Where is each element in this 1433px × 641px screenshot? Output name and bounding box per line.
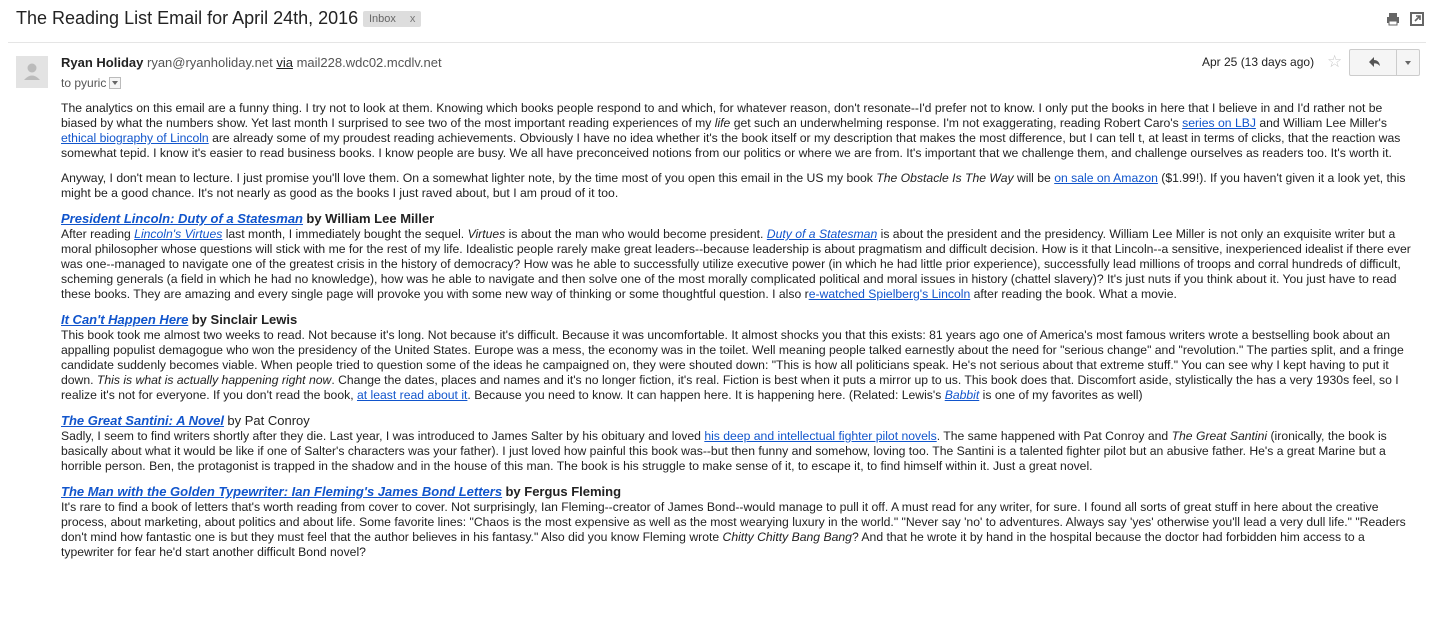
sender-info: Ryan Holiday ryan@ryanholiday.net via ma… — [61, 55, 442, 70]
via-link[interactable]: via — [276, 55, 293, 70]
remove-label-button[interactable]: x — [410, 13, 416, 25]
recipient-text: to pyuric — [61, 76, 107, 90]
print-icon[interactable] — [1386, 12, 1400, 26]
text-run: and William Lee Miller's — [1255, 116, 1387, 130]
emphasis-text: life — [714, 116, 731, 130]
reply-icon — [1369, 57, 1380, 67]
more-options-button[interactable] — [1397, 49, 1420, 76]
book-title-link[interactable]: It Can't Happen Here — [61, 312, 188, 327]
book-author: by Fergus Fleming — [505, 484, 622, 499]
book-entry: The Man with the Golden Typewriter: Ian … — [61, 484, 1421, 560]
book-heading: The Man with the Golden Typewriter: Ian … — [61, 484, 1421, 500]
book-heading: It Can't Happen Here by Sinclair Lewis — [61, 312, 1421, 328]
inline-link[interactable]: series on LBJ — [1182, 116, 1256, 130]
intro-paragraph-1: The analytics on this email are a funny … — [61, 101, 1421, 161]
star-icon[interactable]: ☆ — [1327, 52, 1342, 72]
emphasis-text: This is what is actually happening right… — [96, 373, 332, 387]
email-body: The analytics on this email are a funny … — [61, 101, 1421, 570]
email-subject: The Reading List Email for April 24th, 2… — [16, 8, 359, 28]
emphasis-text: Virtues — [467, 227, 506, 241]
email-date: Apr 25 (13 days ago) — [1202, 55, 1315, 69]
book-heading: The Great Santini: A Novel by Pat Conroy — [61, 413, 1421, 429]
book-title-link[interactable]: The Man with the Golden Typewriter: Ian … — [61, 484, 502, 499]
inline-link[interactable]: at least read about it — [357, 388, 467, 402]
inline-link[interactable]: Babbit — [945, 388, 980, 402]
text-run: will be — [1013, 171, 1055, 185]
text-run: After reading — [61, 227, 135, 241]
book-heading: President Lincoln: Duty of a Statesman b… — [61, 211, 1421, 227]
inbox-label[interactable]: Inbox x — [363, 11, 422, 27]
header-divider — [8, 42, 1426, 43]
book-title-link[interactable]: President Lincoln: Duty of a Statesman — [61, 211, 303, 226]
book-author: by Sinclair Lewis — [191, 312, 298, 327]
text-run: . Because you need to know. It can happe… — [467, 388, 945, 402]
reply-button[interactable] — [1349, 49, 1397, 76]
avatar — [16, 56, 48, 88]
recipient-line: to pyuric — [61, 76, 122, 90]
text-run: Sadly, I seem to find writers shortly af… — [61, 429, 705, 443]
text-run: get such an underwhelming response. I'm … — [730, 116, 1183, 130]
text-run: Anyway, I don't mean to lecture. I just … — [61, 171, 877, 185]
text-run: after reading the book. What a movie. — [970, 287, 1177, 301]
via-domain: mail228.wdc02.mcdlv.net — [296, 55, 442, 70]
inline-link[interactable]: Lincoln's Virtues — [134, 227, 222, 241]
sender-email: ryan@ryanholiday.net — [146, 55, 273, 70]
new-window-icon[interactable] — [1410, 12, 1424, 26]
show-details-button[interactable] — [109, 76, 122, 89]
inbox-label-text: Inbox — [369, 13, 396, 25]
text-run: . The same happened with Pat Conroy and — [936, 429, 1172, 443]
person-icon — [24, 63, 40, 80]
inline-link[interactable]: on sale on Amazon — [1054, 171, 1158, 185]
text-run: is one of my favorites as well) — [979, 388, 1143, 402]
book-entry: The Great Santini: A Novel by Pat Conroy… — [61, 413, 1421, 474]
emphasis-text: Chitty Chitty Bang Bang — [722, 530, 852, 544]
inline-link[interactable]: ethical biography of Lincoln — [61, 131, 209, 145]
book-author: by Pat Conroy — [227, 413, 310, 428]
sender-name: Ryan Holiday — [61, 55, 144, 70]
emphasis-text: The Great Santini — [1171, 429, 1268, 443]
subject-bar: The Reading List Email for April 24th, 2… — [0, 0, 1433, 42]
text-run: is about the man who would become presid… — [505, 227, 767, 241]
inline-link[interactable]: his deep and intellectual fighter pilot … — [704, 429, 936, 443]
book-entry: It Can't Happen Here by Sinclair Lewis T… — [61, 312, 1421, 403]
book-title-link[interactable]: The Great Santini: A Novel — [61, 413, 224, 428]
book-author: by William Lee Miller — [306, 211, 435, 226]
emphasis-text: The Obstacle Is The Way — [876, 171, 1014, 185]
inline-link[interactable]: e-watched Spielberg's Lincoln — [809, 287, 971, 301]
book-description: After reading Lincoln's Virtues last mon… — [61, 227, 1421, 302]
inline-link[interactable]: Duty of a Statesman — [767, 227, 877, 241]
book-entry: President Lincoln: Duty of a Statesman b… — [61, 211, 1421, 302]
book-description: This book took me almost two weeks to re… — [61, 328, 1421, 403]
intro-paragraph-2: Anyway, I don't mean to lecture. I just … — [61, 171, 1421, 201]
text-run: last month, I immediately bought the seq… — [222, 227, 468, 241]
book-description: It's rare to find a book of letters that… — [61, 500, 1421, 560]
book-description: Sadly, I seem to find writers shortly af… — [61, 429, 1421, 474]
text-run: are already some of my proudest reading … — [61, 131, 1401, 160]
